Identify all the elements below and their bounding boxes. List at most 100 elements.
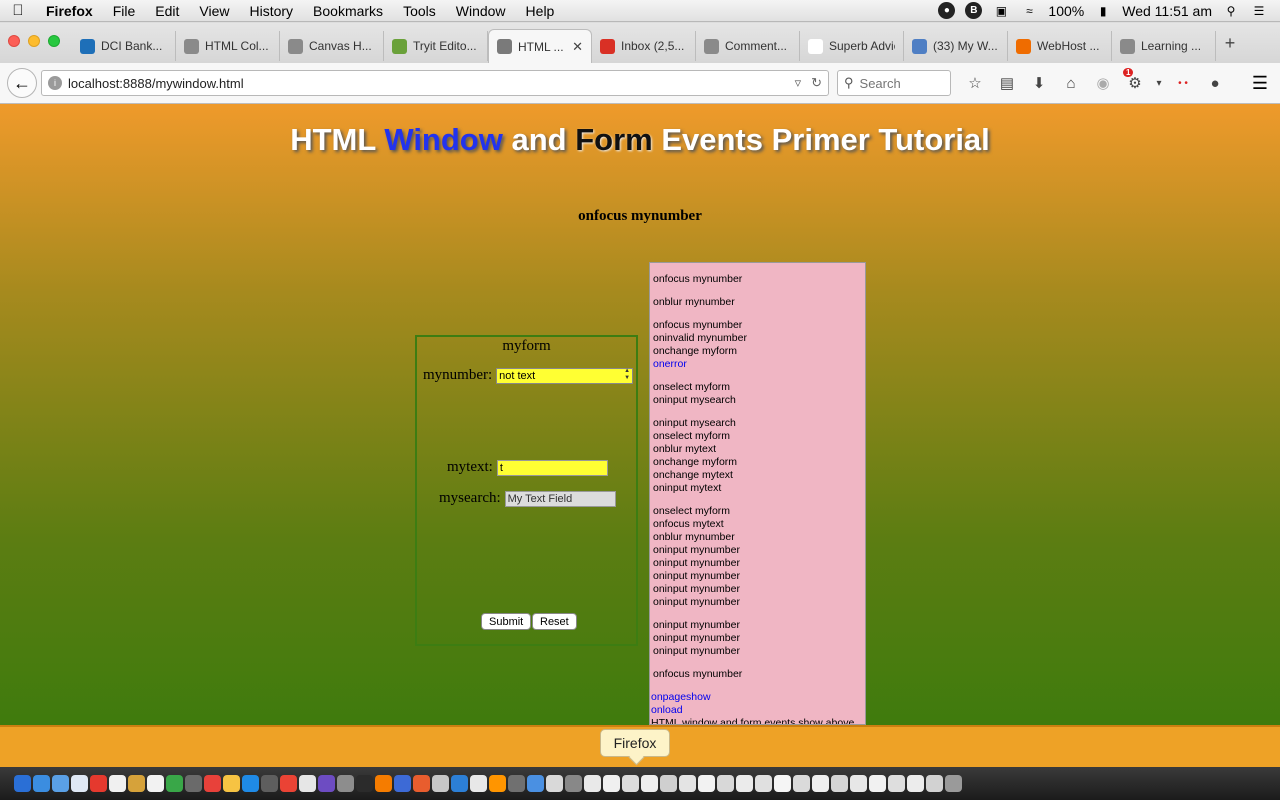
dock-app-icon[interactable] xyxy=(375,775,392,792)
dock-app-icon[interactable] xyxy=(736,775,753,792)
battery-icon[interactable]: ▮ xyxy=(1094,3,1112,19)
close-tab-icon[interactable]: ✕ xyxy=(572,39,583,55)
dock-app-icon[interactable] xyxy=(565,775,582,792)
dock-app-icon[interactable] xyxy=(14,775,31,792)
downloads-icon[interactable]: ⬇ xyxy=(1023,74,1055,92)
number-spinner-icon[interactable]: ▲ ▼ xyxy=(623,368,631,382)
menu-tools[interactable]: Tools xyxy=(393,3,446,19)
dock-app-icon[interactable] xyxy=(71,775,88,792)
bookmark-star-icon[interactable]: ☆ xyxy=(959,74,991,92)
reading-list-icon[interactable]: ▤ xyxy=(991,74,1023,92)
dock-app-icon[interactable] xyxy=(432,775,449,792)
dock-app-icon[interactable] xyxy=(261,775,278,792)
new-tab-button[interactable]: + xyxy=(1216,33,1244,54)
dock-app-icon[interactable] xyxy=(451,775,468,792)
menu-history[interactable]: History xyxy=(239,3,303,19)
dock-app-icon[interactable] xyxy=(603,775,620,792)
reload-icon[interactable]: ↻ xyxy=(811,75,822,91)
mysearch-input[interactable] xyxy=(504,490,616,507)
dock-app-icon[interactable] xyxy=(470,775,487,792)
dock-app-icon[interactable] xyxy=(52,775,69,792)
dock-app-icon[interactable] xyxy=(717,775,734,792)
menu-help[interactable]: Help xyxy=(516,3,565,19)
dock-app-icon[interactable] xyxy=(356,775,373,792)
browser-tab[interactable]: HTML ... ✕ xyxy=(488,29,592,63)
menu-view[interactable]: View xyxy=(189,3,239,19)
dock-app-icon[interactable] xyxy=(413,775,430,792)
menu-bookmarks[interactable]: Bookmarks xyxy=(303,3,393,19)
menu-edit[interactable]: Edit xyxy=(145,3,189,19)
dock-app-icon[interactable] xyxy=(698,775,715,792)
dock-app-icon[interactable] xyxy=(850,775,867,792)
home-icon[interactable]: ⌂ xyxy=(1055,75,1087,92)
mytext-input[interactable] xyxy=(496,459,608,476)
spotlight-search-icon[interactable]: ⚲ xyxy=(1222,3,1240,19)
url-bar[interactable]: i localhost:8888/mywindow.html ▿ ↻ xyxy=(41,70,829,96)
dock-app-icon[interactable] xyxy=(394,775,411,792)
dock-app-icon[interactable] xyxy=(185,775,202,792)
dock-app-icon[interactable] xyxy=(109,775,126,792)
dock-app-icon[interactable] xyxy=(90,775,107,792)
dock-app-icon[interactable] xyxy=(33,775,50,792)
browser-tab[interactable]: Tryit Edito... xyxy=(384,31,488,61)
dock-app-icon[interactable] xyxy=(755,775,772,792)
browser-tab[interactable]: Comment... xyxy=(696,31,800,61)
menu-window[interactable]: Window xyxy=(446,3,516,19)
dock-app-icon[interactable] xyxy=(926,775,943,792)
browser-tab[interactable]: HTML Col... xyxy=(176,31,280,61)
dock-app-icon[interactable] xyxy=(242,775,259,792)
addon-dots-icon[interactable]: • • xyxy=(1167,78,1199,89)
addon-circle-icon[interactable]: ◉ xyxy=(1087,74,1119,92)
browser-tab[interactable]: DCI Bank... xyxy=(72,31,176,61)
dock-app-icon[interactable] xyxy=(223,775,240,792)
dock-app-icon[interactable] xyxy=(812,775,829,792)
site-info-icon[interactable]: i xyxy=(48,76,62,90)
wifi-icon[interactable]: ≈ xyxy=(1020,3,1038,19)
dock-app-icon[interactable] xyxy=(337,775,354,792)
dock-app-icon[interactable] xyxy=(679,775,696,792)
dock-app-icon[interactable] xyxy=(546,775,563,792)
dock-app-icon[interactable] xyxy=(945,775,962,792)
search-bar[interactable]: ⚲ xyxy=(837,70,951,96)
dock-app-icon[interactable] xyxy=(166,775,183,792)
dock-app-icon[interactable] xyxy=(128,775,145,792)
dock-app-icon[interactable] xyxy=(774,775,791,792)
display-icon[interactable]: ▣ xyxy=(992,3,1010,19)
dock-app-icon[interactable] xyxy=(527,775,544,792)
zoom-window-button[interactable] xyxy=(48,35,60,47)
addon-notification-icon[interactable]: ⚙ 1 xyxy=(1119,68,1151,92)
dock-app-icon[interactable] xyxy=(318,775,335,792)
dock-app-icon[interactable] xyxy=(299,775,316,792)
dock-app-icon[interactable] xyxy=(508,775,525,792)
dock-app-icon[interactable] xyxy=(584,775,601,792)
browser-tab[interactable]: Canvas H... xyxy=(280,31,384,61)
browser-tab[interactable]: (33) My W... xyxy=(904,31,1008,61)
submit-button[interactable]: Submit xyxy=(481,613,532,630)
dock-app-icon[interactable] xyxy=(641,775,658,792)
mynumber-input[interactable] xyxy=(496,368,634,384)
clock[interactable]: Wed 11:51 am xyxy=(1122,3,1212,19)
dock-app-icon[interactable] xyxy=(622,775,639,792)
menu-firefox[interactable]: Firefox xyxy=(36,3,103,19)
notification-center-icon[interactable]: ☰ xyxy=(1250,3,1268,19)
dock-app-icon[interactable] xyxy=(793,775,810,792)
browser-tab[interactable]: Learning ... xyxy=(1112,31,1216,61)
dock-app-icon[interactable] xyxy=(489,775,506,792)
chat-icon[interactable]: ● xyxy=(1199,75,1231,92)
dock-app-icon[interactable] xyxy=(280,775,297,792)
dock-app-icon[interactable] xyxy=(888,775,905,792)
browser-tab[interactable]: Superb Advice... xyxy=(800,31,904,61)
url-dropdown-icon[interactable]: ▿ xyxy=(795,75,802,91)
menu-file[interactable]: File xyxy=(103,3,146,19)
dock-app-icon[interactable] xyxy=(831,775,848,792)
dock-app-icon[interactable] xyxy=(907,775,924,792)
dock-app-icon[interactable] xyxy=(204,775,221,792)
status-b-icon[interactable]: B xyxy=(965,2,983,19)
open-menu-icon[interactable]: ☰ xyxy=(1252,73,1268,94)
status-circle-icon[interactable]: ● xyxy=(938,2,956,19)
browser-tab[interactable]: WebHost ... xyxy=(1008,31,1112,61)
browser-tab[interactable]: Inbox (2,5... xyxy=(592,31,696,61)
addon-dropdown-icon[interactable]: ▾ xyxy=(1151,78,1167,89)
back-button[interactable]: ← xyxy=(7,68,37,98)
url-text[interactable]: localhost:8888/mywindow.html xyxy=(68,76,244,91)
